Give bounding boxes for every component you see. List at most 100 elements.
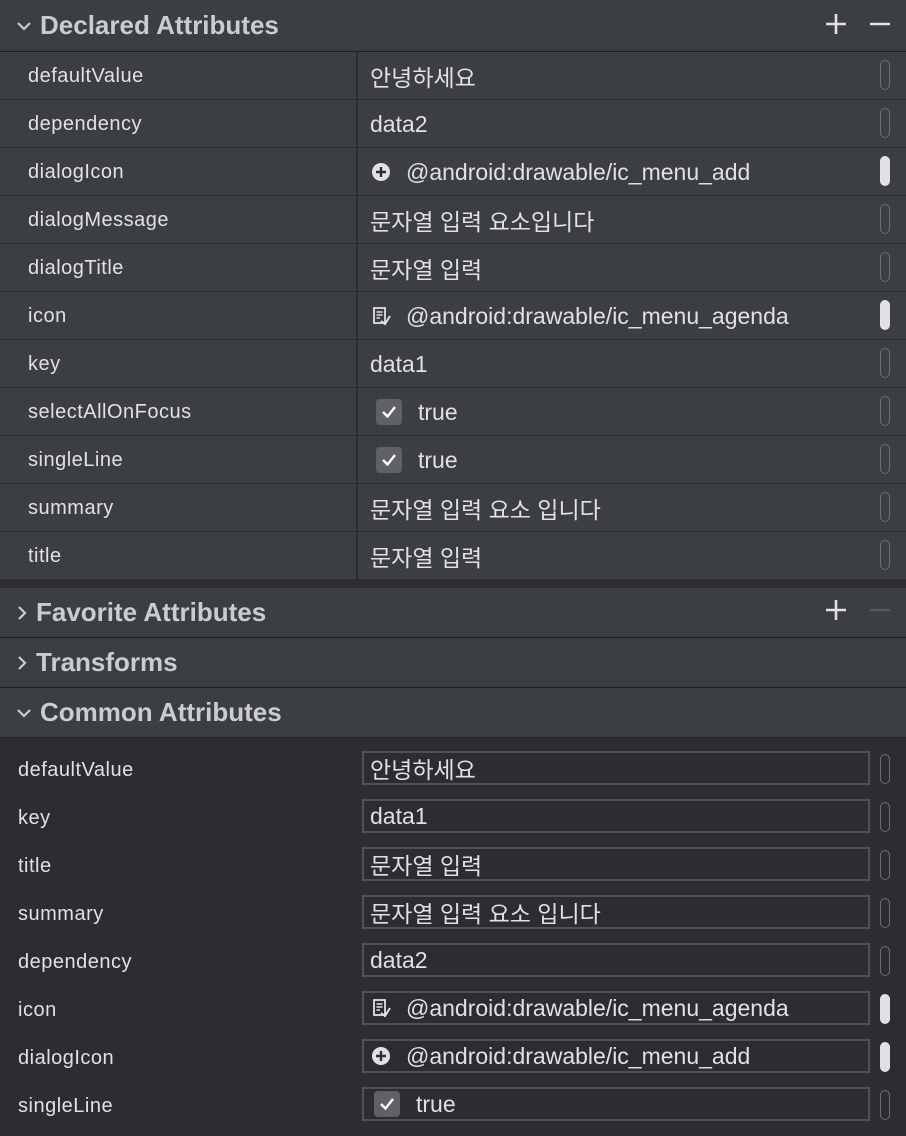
column-divider[interactable] — [356, 244, 358, 292]
agenda-icon — [370, 997, 392, 1019]
attribute-row-title[interactable]: title 문자열 입력 — [0, 532, 906, 580]
section-header-favorite[interactable]: Favorite Attributes — [0, 588, 906, 638]
attribute-row-defaultValue[interactable]: defaultValue 안녕하세요 — [0, 52, 906, 100]
attribute-value-text: true — [418, 398, 458, 425]
attribute-value[interactable]: @android:drawable/ic_menu_add — [370, 148, 870, 196]
attribute-value-text: @android:drawable/ic_menu_agenda — [406, 994, 789, 1021]
section-header-common[interactable]: Common Attributes — [0, 688, 906, 738]
chevron-right-icon[interactable] — [12, 638, 32, 687]
attribute-name: selectAllOnFocus — [28, 400, 192, 423]
resource-indicator-icon[interactable] — [880, 754, 890, 784]
attribute-name: icon — [18, 998, 57, 1021]
attribute-value-text: true — [416, 1090, 456, 1117]
attribute-value-text: data2 — [370, 946, 428, 973]
checkbox-checked-icon[interactable] — [376, 447, 402, 473]
remove-attribute-button[interactable] — [865, 2, 895, 46]
column-divider[interactable] — [356, 52, 358, 100]
attribute-name: dependency — [28, 112, 142, 135]
checkbox-checked-icon[interactable] — [376, 399, 402, 425]
common-attribute-row-dialogIcon: dialogIcon @android:drawable/ic_menu_add — [0, 1034, 906, 1082]
resource-indicator-icon[interactable] — [880, 60, 890, 90]
attribute-name: title — [28, 544, 62, 567]
attribute-value[interactable]: 안녕하세요 — [370, 52, 870, 100]
column-divider[interactable] — [356, 484, 358, 532]
attribute-row-dialogMessage[interactable]: dialogMessage 문자열 입력 요소입니다 — [0, 196, 906, 244]
column-divider[interactable] — [356, 388, 358, 436]
attribute-row-icon[interactable]: icon @android:drawable/ic_menu_agenda — [0, 292, 906, 340]
attribute-value[interactable]: 문자열 입력 요소 입니다 — [370, 484, 870, 532]
attribute-name: dialogIcon — [28, 160, 125, 183]
resource-indicator-icon[interactable] — [880, 444, 890, 474]
resource-indicator-icon[interactable] — [880, 396, 890, 426]
column-divider[interactable] — [356, 148, 358, 196]
attribute-value[interactable]: data1 — [370, 340, 870, 388]
attribute-value-text: @android:drawable/ic_menu_add — [406, 1042, 751, 1069]
resource-indicator-icon[interactable] — [880, 1042, 890, 1072]
attribute-value-field[interactable]: @android:drawable/ic_menu_agenda — [362, 991, 870, 1025]
resource-indicator-icon[interactable] — [880, 348, 890, 378]
attribute-row-dialogIcon[interactable]: dialogIcon @android:drawable/ic_menu_add — [0, 148, 906, 196]
attribute-value-field[interactable]: 문자열 입력 요소 입니다 — [362, 895, 870, 929]
attribute-value[interactable]: @android:drawable/ic_menu_agenda — [370, 292, 870, 340]
resource-indicator-icon[interactable] — [880, 252, 890, 282]
attribute-name: summary — [28, 496, 114, 519]
checkbox-checked-icon[interactable] — [374, 1091, 400, 1117]
attribute-value[interactable]: true — [370, 436, 870, 484]
resource-indicator-icon[interactable] — [880, 204, 890, 234]
column-divider[interactable] — [356, 532, 358, 580]
attribute-value[interactable]: true — [370, 388, 870, 436]
column-divider[interactable] — [356, 196, 358, 244]
attribute-value-field[interactable]: data2 — [362, 943, 870, 977]
attribute-value-field[interactable]: true — [362, 1087, 870, 1121]
resource-indicator-icon[interactable] — [880, 850, 890, 880]
chevron-down-icon[interactable] — [14, 0, 34, 51]
attribute-value-text: 문자열 입력 요소 입니다 — [370, 497, 601, 523]
attribute-value[interactable]: data2 — [370, 100, 870, 148]
attribute-name: icon — [28, 304, 67, 327]
section-header-transforms[interactable]: Transforms — [0, 638, 906, 688]
resource-indicator-icon[interactable] — [880, 898, 890, 928]
attribute-row-singleLine[interactable]: singleLine true — [0, 436, 906, 484]
add-attribute-button[interactable] — [821, 2, 851, 46]
attribute-value-field[interactable]: @android:drawable/ic_menu_add — [362, 1039, 870, 1073]
section-header-declared[interactable]: Declared Attributes — [0, 0, 906, 52]
chevron-right-icon[interactable] — [12, 588, 32, 637]
attribute-name: singleLine — [28, 448, 124, 471]
attribute-value[interactable]: 문자열 입력 — [370, 532, 870, 580]
common-attribute-row-dependency: dependency data2 — [0, 938, 906, 986]
attribute-value-text: data1 — [370, 350, 428, 377]
attribute-value-text: @android:drawable/ic_menu_agenda — [406, 302, 789, 329]
attribute-value-field[interactable]: data1 — [362, 799, 870, 833]
attribute-name: key — [18, 806, 51, 829]
column-divider[interactable] — [356, 340, 358, 388]
attribute-value[interactable]: 문자열 입력 요소입니다 — [370, 196, 870, 244]
attribute-row-key[interactable]: key data1 — [0, 340, 906, 388]
attribute-value-text: 안녕하세요 — [370, 65, 476, 91]
column-divider[interactable] — [356, 100, 358, 148]
resource-indicator-icon[interactable] — [880, 540, 890, 570]
resource-indicator-icon[interactable] — [880, 300, 890, 330]
column-divider[interactable] — [356, 436, 358, 484]
resource-indicator-icon[interactable] — [880, 802, 890, 832]
attribute-value[interactable]: 문자열 입력 — [370, 244, 870, 292]
attribute-name: dependency — [18, 950, 132, 973]
chevron-down-icon[interactable] — [14, 688, 34, 737]
attribute-value-field[interactable]: 안녕하세요 — [362, 751, 870, 785]
resource-indicator-icon[interactable] — [880, 946, 890, 976]
attribute-row-summary[interactable]: summary 문자열 입력 요소 입니다 — [0, 484, 906, 532]
add-attribute-button[interactable] — [821, 588, 851, 632]
attribute-row-dependency[interactable]: dependency data2 — [0, 100, 906, 148]
attribute-name: title — [18, 854, 52, 877]
attribute-value-text: 안녕하세요 — [370, 757, 476, 783]
attribute-value-field[interactable]: 문자열 입력 — [362, 847, 870, 881]
attribute-row-dialogTitle[interactable]: dialogTitle 문자열 입력 — [0, 244, 906, 292]
attribute-name: singleLine — [18, 1094, 114, 1117]
common-attribute-row-key: key data1 — [0, 794, 906, 842]
resource-indicator-icon[interactable] — [880, 492, 890, 522]
attribute-row-selectAllOnFocus[interactable]: selectAllOnFocus true — [0, 388, 906, 436]
resource-indicator-icon[interactable] — [880, 108, 890, 138]
resource-indicator-icon[interactable] — [880, 1090, 890, 1120]
resource-indicator-icon[interactable] — [880, 994, 890, 1024]
resource-indicator-icon[interactable] — [880, 156, 890, 186]
column-divider[interactable] — [356, 292, 358, 340]
